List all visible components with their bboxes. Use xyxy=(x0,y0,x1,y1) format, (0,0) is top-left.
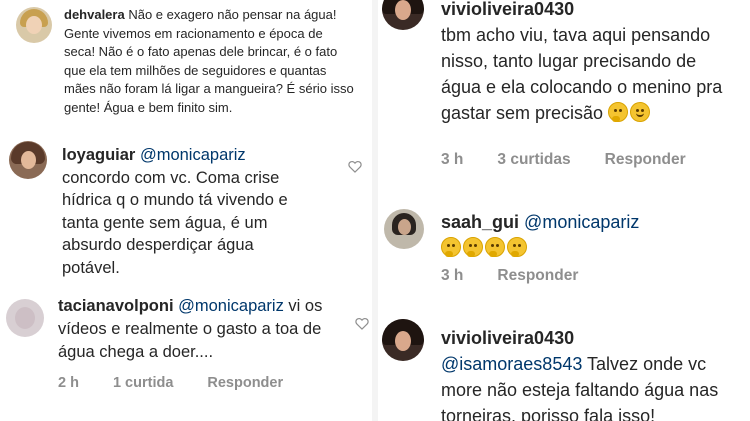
avatar[interactable] xyxy=(382,319,424,361)
comment-time: 3 h xyxy=(441,151,464,168)
comment-vivioliveira0430-2: vivioliveira0430 @isamoraes8543 Talvez o… xyxy=(378,305,750,421)
avatar[interactable] xyxy=(384,209,424,249)
thinking-face-icon xyxy=(463,237,483,257)
comment-mention[interactable]: @monicapariz xyxy=(524,212,639,232)
avatar[interactable] xyxy=(382,0,424,30)
comment-mention[interactable]: @monicapariz xyxy=(140,146,246,164)
reply-button[interactable]: Responder xyxy=(497,267,578,284)
comment-text: tbm acho viu, tava aqui pensando nisso, … xyxy=(441,25,723,123)
comment-likes[interactable]: 1 curtida xyxy=(113,375,173,391)
comment-time: 3 h xyxy=(441,267,464,284)
thinking-face-icon xyxy=(608,102,629,122)
heart-icon[interactable] xyxy=(348,160,362,173)
comment-username[interactable]: vivioliveira0430 xyxy=(441,328,574,348)
reply-button[interactable]: Responder xyxy=(207,375,283,391)
comment-time: 2 h xyxy=(58,375,79,391)
comment-saah-gui: saah_gui @monicapariz 3 h Responder xyxy=(378,195,750,305)
comment-username[interactable]: loyaguiar xyxy=(62,146,135,164)
comment-tacianavolponi: tacianavolponi @monicapariz vi os vídeos… xyxy=(0,285,372,421)
smiling-face-icon xyxy=(630,102,651,122)
comment-text: Não e exagero não pensar na água! Gente … xyxy=(64,7,354,115)
avatar[interactable] xyxy=(6,299,44,337)
avatar[interactable] xyxy=(16,7,52,43)
reply-button[interactable]: Responder xyxy=(605,151,686,168)
comment-username[interactable]: tacianavolponi xyxy=(58,297,174,315)
comment-username[interactable]: saah_gui xyxy=(441,212,519,232)
thinking-face-icon xyxy=(507,237,527,257)
comment-loyaguiar: loyaguiar @monicapariz concordo com vc. … xyxy=(0,135,372,285)
comments-column-right: vivioliveira0430 tbm acho viu, tava aqui… xyxy=(378,0,750,421)
comment-mention[interactable]: @isamoraes8543 xyxy=(441,354,582,374)
comment-text: concordo com vc. Coma crise hídrica q o … xyxy=(62,168,288,277)
heart-icon[interactable] xyxy=(355,317,369,330)
comment-mention[interactable]: @monicapariz xyxy=(178,297,284,315)
comments-column-left: dehvalera Não e exagero não pensar na ág… xyxy=(0,0,372,421)
comment-dehvalera: dehvalera Não e exagero não pensar na ág… xyxy=(0,0,372,135)
comment-username[interactable]: vivioliveira0430 xyxy=(441,0,574,19)
comment-username[interactable]: dehvalera xyxy=(64,7,125,22)
avatar[interactable] xyxy=(9,141,47,179)
thinking-face-icon xyxy=(485,237,505,257)
comment-vivioliveira0430: vivioliveira0430 tbm acho viu, tava aqui… xyxy=(378,0,750,180)
comment-likes[interactable]: 3 curtidas xyxy=(497,151,570,168)
thinking-face-icon xyxy=(441,237,461,257)
